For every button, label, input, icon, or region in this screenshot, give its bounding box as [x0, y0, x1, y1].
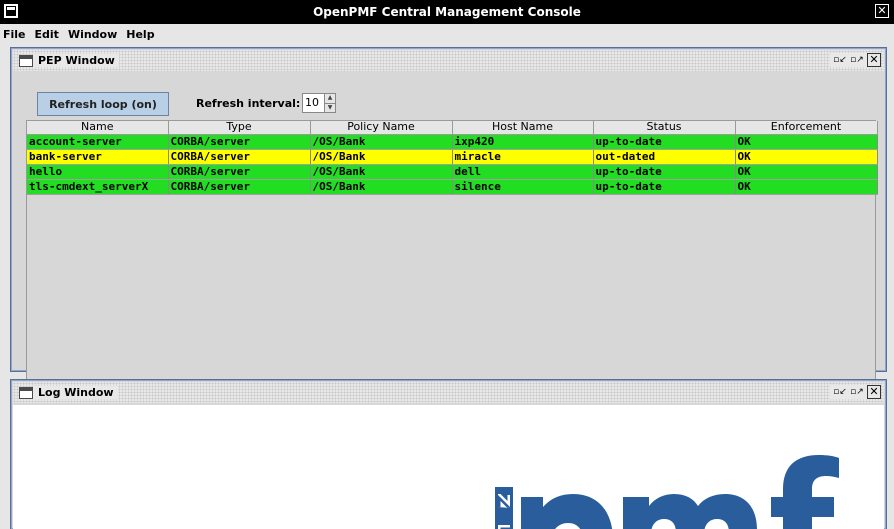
close-icon[interactable]: ✕ — [875, 4, 889, 18]
column-header-name[interactable]: Name — [27, 121, 169, 135]
column-header-status[interactable]: Status — [593, 121, 736, 135]
cell-type: CORBA/server — [168, 164, 311, 180]
column-header-type[interactable]: Type — [168, 121, 311, 135]
refresh-interval-spinner[interactable]: 10 ▲ ▼ — [302, 93, 336, 113]
openpmf-logo — [495, 455, 839, 529]
log-window-title-bar[interactable]: Log Window ▫↙ ▫↗ ✕ — [13, 382, 884, 403]
spinner-down-icon[interactable]: ▼ — [325, 102, 335, 113]
menu-bar: File Edit Window Help — [0, 24, 894, 44]
log-content[interactable] — [13, 405, 884, 529]
cell-name: bank-server — [27, 149, 169, 165]
table-header: Name Type Policy Name Host Name Status E… — [27, 121, 878, 135]
cell-name: account-server — [27, 134, 169, 150]
maximize-icon[interactable]: ▫↗ — [850, 53, 864, 67]
cell-name: hello — [27, 164, 169, 180]
menu-help[interactable]: Help — [126, 28, 154, 41]
close-icon[interactable]: ✕ — [867, 385, 881, 399]
table-row[interactable]: hello CORBA/server /OS/Bank dell up-to-d… — [27, 164, 878, 180]
frame-icon — [19, 386, 33, 399]
cell-policy: /OS/Bank — [310, 179, 453, 195]
table-row[interactable]: account-server CORBA/server /OS/Bank ixp… — [27, 134, 878, 150]
cell-status: up-to-date — [593, 179, 736, 195]
pep-window: PEP Window ▫↙ ▫↗ ✕ Refresh loop (on) Ref… — [10, 47, 887, 385]
column-header-policy-name[interactable]: Policy Name — [310, 121, 453, 135]
menu-edit[interactable]: Edit — [35, 28, 59, 41]
log-window-title: Log Window — [33, 386, 118, 399]
close-icon[interactable]: ✕ — [867, 53, 881, 67]
cell-host: miracle — [452, 149, 594, 165]
refresh-loop-button[interactable]: Refresh loop (on) — [37, 92, 169, 116]
cell-status: up-to-date — [593, 164, 736, 180]
pep-window-title: PEP Window — [33, 54, 119, 67]
pep-table[interactable]: Name Type Policy Name Host Name Status E… — [26, 120, 878, 385]
cell-status: up-to-date — [593, 134, 736, 150]
minimize-icon[interactable]: ▫↙ — [833, 385, 847, 399]
cell-type: CORBA/server — [168, 149, 311, 165]
window-menu-icon[interactable] — [4, 4, 18, 18]
cell-host: dell — [452, 164, 594, 180]
pep-window-title-bar[interactable]: PEP Window ▫↙ ▫↗ ✕ — [13, 50, 884, 71]
cell-policy: /OS/Bank — [310, 164, 453, 180]
cell-enforcement: OK — [735, 164, 878, 180]
cell-host: ixp420 — [452, 134, 594, 150]
table-row[interactable]: bank-server CORBA/server /OS/Bank miracl… — [27, 149, 878, 165]
column-header-enforcement[interactable]: Enforcement — [735, 121, 878, 135]
refresh-interval-label: Refresh interval: — [196, 97, 301, 110]
minimize-icon[interactable]: ▫↙ — [833, 53, 847, 67]
pep-window-content: Refresh loop (on) Refresh interval: 10 ▲… — [13, 73, 884, 385]
refresh-interval-value[interactable]: 10 — [303, 94, 324, 112]
cell-type: CORBA/server — [168, 179, 311, 195]
cell-type: CORBA/server — [168, 134, 311, 150]
cell-status: out-dated — [593, 149, 736, 165]
cell-enforcement: OK — [735, 179, 878, 195]
spinner-up-icon[interactable]: ▲ — [325, 94, 335, 103]
window-title-bar[interactable]: OpenPMF Central Management Console ✕ — [0, 0, 894, 24]
frame-icon — [19, 54, 33, 67]
table-row[interactable]: tls-cmdext_serverX CORBA/server /OS/Bank… — [27, 179, 878, 195]
maximize-icon[interactable]: ▫↗ — [850, 385, 864, 399]
cell-enforcement: OK — [735, 149, 878, 165]
window-title: OpenPMF Central Management Console — [313, 5, 581, 19]
menu-window[interactable]: Window — [68, 28, 117, 41]
column-header-host-name[interactable]: Host Name — [452, 121, 594, 135]
cell-policy: /OS/Bank — [310, 134, 453, 150]
log-window: Log Window ▫↙ ▫↗ ✕ — [10, 379, 887, 529]
cell-enforcement: OK — [735, 134, 878, 150]
menu-file[interactable]: File — [3, 28, 26, 41]
cell-name: tls-cmdext_serverX — [27, 179, 169, 195]
cell-host: silence — [452, 179, 594, 195]
cell-policy: /OS/Bank — [310, 149, 453, 165]
